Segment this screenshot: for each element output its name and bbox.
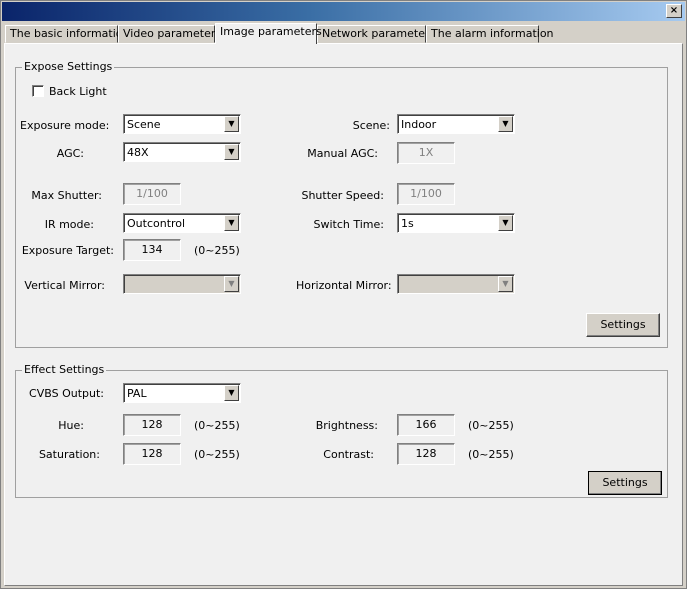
scene-label: Scene: — [352, 119, 390, 132]
vertical-mirror-label: Vertical Mirror: — [24, 279, 105, 292]
ir-mode-select[interactable]: Outcontrol ▼ — [123, 213, 241, 233]
tab-video-parameters[interactable]: Video parameters — [118, 25, 221, 43]
backlight-checkbox[interactable] — [32, 85, 44, 97]
max-shutter-field[interactable]: 1/100 — [123, 183, 181, 205]
expose-settings-group: Expose Settings Back Light Exposure mode… — [15, 60, 668, 348]
switch-time-select[interactable]: 1s ▼ — [397, 213, 515, 233]
exposure-mode-label: Exposure mode: — [20, 119, 110, 132]
chevron-down-icon[interactable]: ▼ — [224, 144, 239, 160]
manual-agc-field[interactable]: 1X — [397, 142, 455, 164]
backlight-label: Back Light — [49, 85, 107, 98]
chevron-down-icon[interactable]: ▼ — [224, 116, 239, 132]
agc-label: AGC: — [56, 147, 84, 160]
hue-field[interactable]: 128 — [123, 414, 181, 436]
vertical-mirror-select[interactable]: ▼ — [123, 274, 241, 294]
horizontal-mirror-label: Horizontal Mirror: — [296, 279, 392, 292]
effect-settings-group: Effect Settings CVBS Output: PAL ▼ Hue: … — [15, 363, 668, 498]
tab-basic-information[interactable]: The basic information — [5, 25, 130, 43]
effect-settings-button[interactable]: Settings — [588, 471, 662, 495]
brightness-label: Brightness: — [315, 419, 378, 432]
contrast-label: Contrast: — [323, 448, 374, 461]
saturation-field[interactable]: 128 — [123, 443, 181, 465]
chevron-down-icon[interactable]: ▼ — [498, 116, 513, 132]
tab-alarm-information[interactable]: The alarm information — [426, 25, 554, 43]
agc-select[interactable]: 48X ▼ — [123, 142, 241, 162]
saturation-range: (0~255) — [194, 448, 240, 461]
contrast-range: (0~255) — [468, 448, 514, 461]
hue-label: Hue: — [58, 419, 84, 432]
chevron-down-icon[interactable]: ▼ — [498, 215, 513, 231]
ir-mode-label: IR mode: — [44, 218, 94, 231]
saturation-label: Saturation: — [38, 448, 100, 461]
cvbs-output-select[interactable]: PAL ▼ — [123, 383, 241, 403]
chevron-down-icon[interactable]: ▼ — [498, 276, 513, 292]
scene-select[interactable]: Indoor ▼ — [397, 114, 515, 134]
shutter-speed-field[interactable]: 1/100 — [397, 183, 455, 205]
cvbs-output-label: CVBS Output: — [29, 387, 104, 400]
expose-settings-button[interactable]: Settings — [586, 313, 660, 337]
chevron-down-icon[interactable]: ▼ — [224, 276, 239, 292]
exposure-target-label: Exposure Target: — [21, 244, 114, 257]
switch-time-label: Switch Time: — [313, 218, 385, 231]
image-parameters-page: Expose Settings Back Light Exposure mode… — [4, 43, 683, 586]
exposure-target-range: (0~255) — [194, 244, 240, 257]
hue-range: (0~255) — [194, 419, 240, 432]
exposure-mode-select[interactable]: Scene ▼ — [123, 114, 241, 134]
max-shutter-label: Max Shutter: — [31, 189, 102, 202]
close-icon[interactable]: × — [666, 4, 682, 18]
contrast-field[interactable]: 128 — [397, 443, 455, 465]
chevron-down-icon[interactable]: ▼ — [224, 385, 239, 401]
manual-agc-label: Manual AGC: — [307, 147, 378, 160]
horizontal-mirror-select[interactable]: ▼ — [397, 274, 515, 294]
brightness-range: (0~255) — [468, 419, 514, 432]
dialog-window: × The basic information Video parameters… — [0, 0, 687, 589]
shutter-speed-label: Shutter Speed: — [301, 189, 384, 202]
title-bar[interactable]: × — [2, 2, 685, 21]
tab-image-parameters[interactable]: Image parameters — [215, 23, 322, 44]
brightness-field[interactable]: 166 — [397, 414, 455, 436]
expose-settings-title: Expose Settings — [22, 60, 115, 73]
effect-settings-title: Effect Settings — [22, 363, 107, 376]
tab-network-parameters[interactable]: Network parameters — [317, 25, 435, 43]
chevron-down-icon[interactable]: ▼ — [224, 215, 239, 231]
exposure-target-field[interactable]: 134 — [123, 239, 181, 261]
